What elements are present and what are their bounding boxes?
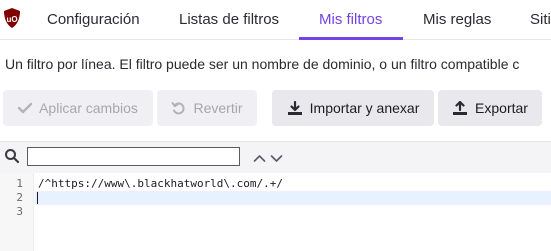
revert-button[interactable]: Revertir bbox=[157, 90, 257, 126]
tab-settings[interactable]: Configuración bbox=[47, 0, 140, 40]
tab-trusted-sites[interactable]: Siti bbox=[530, 0, 551, 40]
chevron-down-icon[interactable] bbox=[270, 150, 283, 168]
filter-editor[interactable]: 1 2 3 /^https://www\.blackhatworld\.com/… bbox=[0, 173, 551, 251]
active-tab-indicator bbox=[299, 37, 403, 40]
import-append-label: Importar y anexar bbox=[309, 100, 420, 116]
tab-my-rules[interactable]: Mis reglas bbox=[423, 0, 491, 40]
check-icon bbox=[17, 102, 33, 114]
apply-changes-label: Aplicar cambios bbox=[39, 100, 138, 116]
text-cursor bbox=[37, 192, 38, 204]
tab-my-filters[interactable]: Mis filtros bbox=[319, 0, 382, 40]
active-line-highlight bbox=[35, 191, 551, 205]
line-number: 3 bbox=[16, 205, 23, 218]
undo-icon bbox=[171, 101, 186, 116]
line-number-gutter: 1 2 3 bbox=[0, 173, 34, 251]
export-label: Exportar bbox=[475, 100, 528, 116]
export-button[interactable]: Exportar bbox=[438, 90, 542, 126]
tab-bar: uO Configuración Listas de filtros Mis f… bbox=[0, 0, 551, 40]
apply-changes-button[interactable]: Aplicar cambios bbox=[3, 90, 153, 126]
import-icon bbox=[287, 100, 303, 116]
ublock-logo-icon: uO bbox=[4, 8, 20, 28]
search-input[interactable] bbox=[27, 147, 240, 166]
import-append-button[interactable]: Importar y anexar bbox=[272, 90, 434, 126]
editor-search-bar bbox=[0, 141, 551, 173]
line-number: 2 bbox=[16, 191, 23, 204]
logo-text: uO bbox=[6, 15, 17, 24]
chevron-up-icon[interactable] bbox=[253, 150, 266, 168]
tab-filter-lists[interactable]: Listas de filtros bbox=[179, 0, 279, 40]
revert-label: Revertir bbox=[193, 100, 243, 116]
filter-line[interactable]: /^https://www\.blackhatworld\.com/.+/ bbox=[38, 177, 283, 190]
filters-description: Un filtro por línea. El filtro puede ser… bbox=[5, 56, 520, 72]
export-icon bbox=[452, 100, 468, 116]
line-number: 1 bbox=[16, 177, 23, 190]
search-icon bbox=[4, 148, 20, 169]
